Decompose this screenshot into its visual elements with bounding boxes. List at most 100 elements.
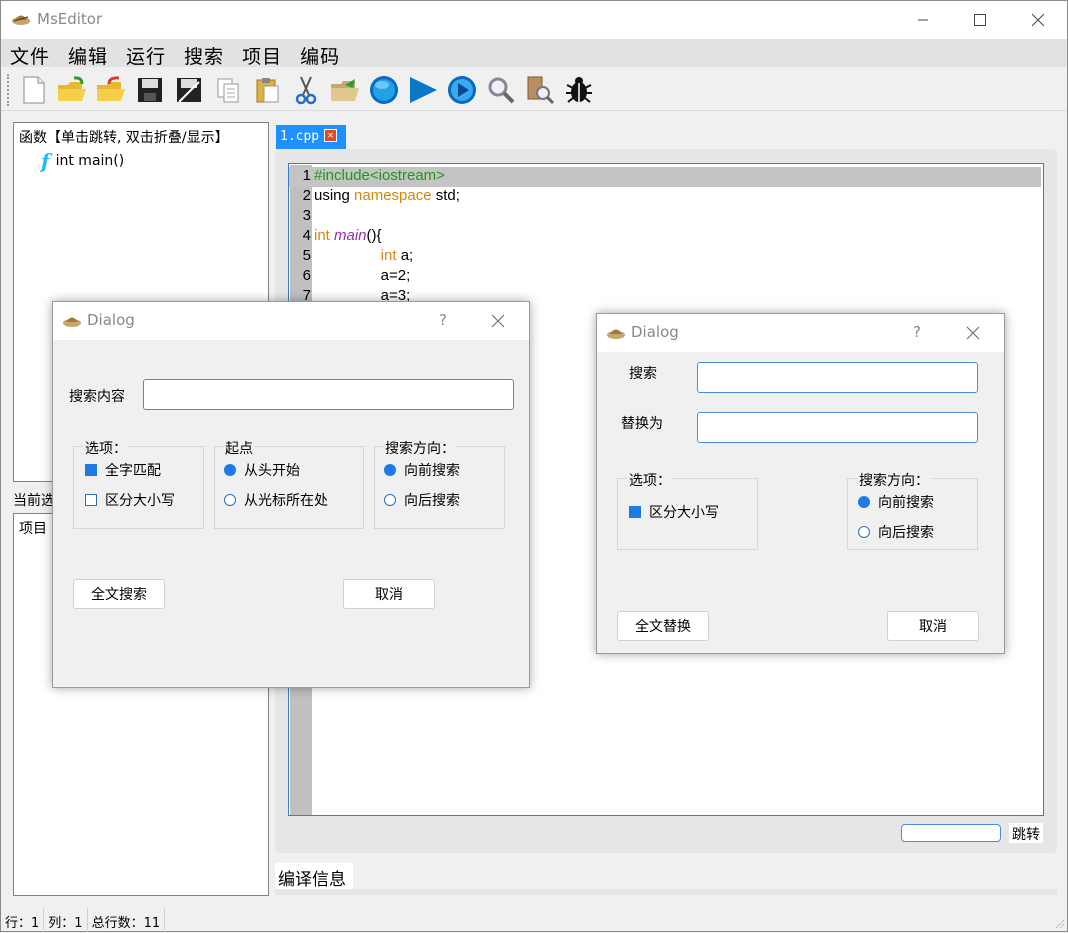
tab-close-icon[interactable]: ✕ (324, 129, 337, 142)
origin-title: 起点 (223, 438, 255, 458)
code-token: namespace (354, 187, 432, 204)
forward-radio[interactable]: 向前搜索 (858, 492, 934, 512)
case-sensitive-label: 区分大小写 (649, 505, 719, 521)
line-number: 5 (302, 247, 311, 264)
code-text: int main(){ (314, 227, 382, 244)
whole-word-checkbox[interactable]: 全字匹配 (85, 460, 161, 480)
search-content-input[interactable] (143, 379, 514, 410)
paste-icon[interactable] (248, 72, 286, 108)
function-item[interactable]: f int main() (41, 149, 124, 173)
cut-icon[interactable] (287, 72, 325, 108)
case-sensitive-checkbox[interactable]: 区分大小写 (85, 490, 175, 510)
project-item[interactable]: 项目 (19, 518, 47, 538)
line-number: 6 (302, 267, 311, 284)
help-button[interactable]: ? (439, 311, 447, 329)
line-number: 2 (302, 187, 311, 204)
menu-run[interactable]: 运行 (117, 39, 175, 68)
replace-cancel-button[interactable]: 取消 (887, 611, 979, 641)
goto-button[interactable]: 跳转 (1009, 823, 1043, 843)
open-project-icon[interactable] (326, 72, 364, 108)
copy-icon[interactable] (209, 72, 247, 108)
replace-dialog-close-icon[interactable] (966, 320, 980, 345)
find-cancel-button[interactable]: 取消 (343, 579, 435, 609)
code-token: #include<iostream> (314, 167, 445, 184)
radio-unselected (224, 494, 236, 506)
status-total-lines: 总行数：11 (88, 908, 166, 932)
dialog-logo-icon (62, 313, 82, 333)
open-recent-icon[interactable] (92, 72, 130, 108)
toolbar (1, 68, 1067, 111)
window-title: MsEditor (37, 10, 103, 28)
compile-run-icon[interactable] (443, 72, 481, 108)
menu-project[interactable]: 项目 (233, 39, 291, 68)
code-token: a=2; (314, 267, 411, 284)
menu-encoding[interactable]: 编码 (291, 39, 349, 68)
minimize-button[interactable] (894, 1, 952, 39)
function-item-label: int main() (55, 153, 125, 169)
case-sensitive-checkbox[interactable]: 区分大小写 (629, 502, 719, 522)
tab-1cpp[interactable]: 1.cpp ✕ (276, 125, 346, 149)
options-group (73, 446, 204, 529)
radio-selected (858, 496, 870, 508)
code-token: using (314, 187, 355, 204)
code-line[interactable]: 5 int a; (289, 247, 1041, 267)
search-icon[interactable] (482, 72, 520, 108)
backward-label: 向后搜索 (878, 525, 934, 541)
backward-radio[interactable]: 向后搜索 (384, 490, 460, 510)
code-text: int a; (314, 247, 414, 264)
backward-radio[interactable]: 向后搜索 (858, 522, 934, 542)
forward-label: 向前搜索 (878, 495, 934, 511)
radio-unselected (858, 526, 870, 538)
origin-group (214, 446, 364, 529)
run-icon[interactable] (404, 72, 442, 108)
new-file-icon[interactable] (14, 72, 52, 108)
direction-title: 搜索方向： (383, 438, 457, 458)
maximize-button[interactable] (951, 1, 1009, 39)
find-dialog-title: Dialog (87, 311, 135, 329)
close-button[interactable] (1009, 1, 1067, 39)
line-number: 1 (302, 167, 311, 184)
compile-info-panel (275, 889, 1057, 895)
search-all-button[interactable]: 全文搜索 (73, 579, 165, 609)
replace-dialog-titlebar: Dialog ? (597, 314, 1004, 352)
tab-compile-info[interactable]: 编译信息 (275, 863, 353, 890)
project-panel-label: 当前选 (13, 493, 55, 509)
code-line[interactable]: 4 int main(){ (289, 227, 1041, 247)
forward-radio[interactable]: 向前搜索 (384, 460, 460, 480)
save-as-icon[interactable] (170, 72, 208, 108)
dialog-logo-icon (606, 325, 626, 345)
resize-grip-icon[interactable] (1053, 917, 1065, 929)
find-dialog-close-icon[interactable] (491, 308, 505, 333)
replace-input[interactable] (697, 412, 978, 443)
toolbar-grip[interactable] (7, 74, 11, 106)
replace-label: 替换为 (621, 416, 663, 432)
code-line[interactable]: 6 a=2; (289, 267, 1041, 287)
code-token: std; (431, 187, 460, 204)
replace-all-button[interactable]: 全文替换 (617, 611, 709, 641)
open-file-icon[interactable] (53, 72, 91, 108)
code-line[interactable]: 3 (289, 207, 1041, 227)
menu-file[interactable]: 文件 (1, 39, 59, 68)
checkbox-checked (629, 506, 641, 518)
code-token: (){ (366, 227, 382, 244)
menu-edit[interactable]: 编辑 (59, 39, 117, 68)
origin-cursor-radio[interactable]: 从光标所在处 (224, 490, 328, 510)
origin-start-radio[interactable]: 从头开始 (224, 460, 300, 480)
search-replace-icon[interactable] (521, 72, 559, 108)
code-token: a; (396, 247, 414, 264)
search-input[interactable] (697, 362, 978, 393)
record-icon[interactable] (365, 72, 403, 108)
menu-search[interactable]: 搜索 (175, 39, 233, 68)
status-bar: 行：1 列：1 总行数：11 (1, 908, 1067, 932)
direction-group (374, 446, 505, 529)
goto-line-input[interactable] (901, 824, 1001, 842)
app-logo-icon (11, 11, 31, 31)
code-text: a=2; (314, 267, 411, 284)
code-line[interactable]: 2 using namespace std; (289, 187, 1041, 207)
debug-icon[interactable] (560, 72, 598, 108)
line-number: 4 (302, 227, 311, 244)
help-button[interactable]: ? (913, 323, 921, 341)
save-icon[interactable] (131, 72, 169, 108)
origin-start-label: 从头开始 (244, 463, 300, 479)
code-line[interactable]: 1 #include<iostream> (289, 167, 1041, 187)
